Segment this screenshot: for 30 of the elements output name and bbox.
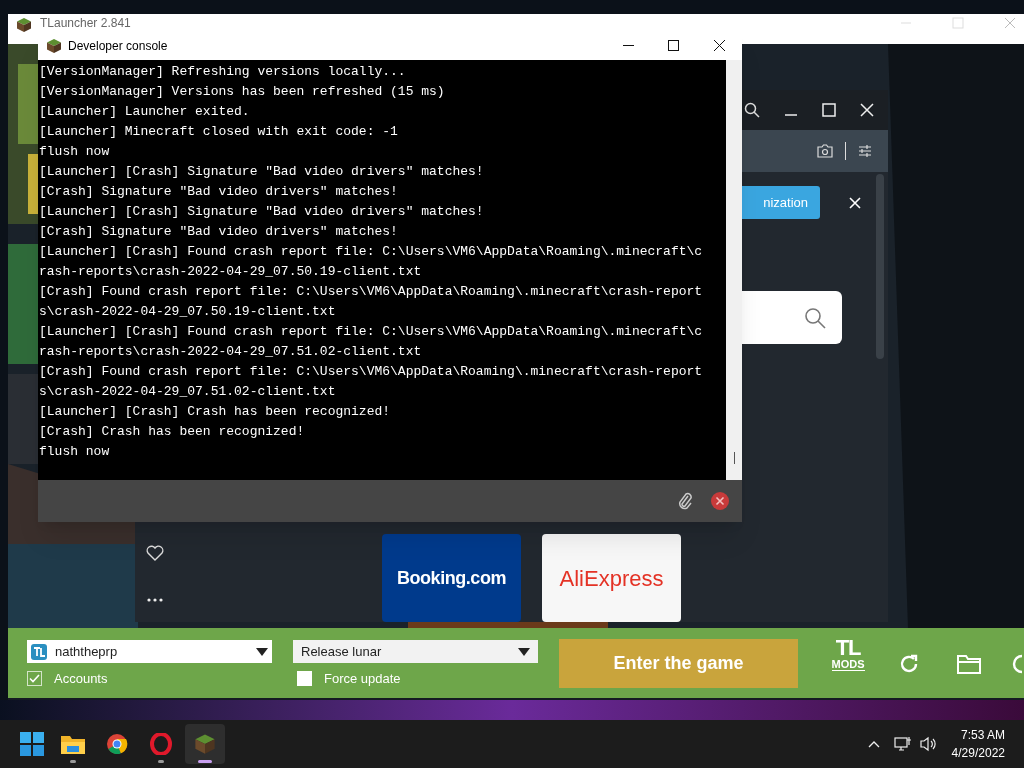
console-line: flush now — [39, 143, 110, 161]
clock-time[interactable]: 7:53 AM — [960, 726, 1005, 744]
console-line: s\crash-2022-04-29_07.50.19-client.txt — [39, 303, 336, 321]
force-update-label: Force update — [324, 670, 401, 688]
ad-banner[interactable]: Booking.com — [382, 534, 521, 622]
console-line: [Launcher] Minecraft closed with exit code: -1 — [39, 123, 398, 141]
console-line: [Launcher] [Crash] Signature "Bad video drivers" matches! — [39, 203, 484, 221]
clock-date[interactable]: 4/29/2022 — [951, 744, 1005, 762]
console-line: [Launcher] [Crash] Crash has been recognized! — [39, 403, 391, 421]
console-line: [Launcher] [Crash] Found crash report file: C:\Users\VM6\AppData\Roaming\.minecraft\c — [39, 323, 703, 341]
console-line: [VersionManager] Versions has been refreshed (15 ms) — [39, 83, 445, 101]
window-title: TLauncher 2.841 — [40, 17, 131, 30]
console-line: [Launcher] [Crash] Found crash report file: C:\Users\VM6\AppData\Roaming\.minecraft\c — [39, 243, 703, 261]
console-line: [Crash] Crash has been recognized! — [39, 423, 305, 441]
console-line: [Crash] Signature "Bad video drivers" matches! — [39, 223, 398, 241]
console-line: [Crash] Found crash report file: C:\Users\VM6\AppData\Roaming\.minecraft\crash-report — [39, 363, 703, 381]
console-line: flush now — [39, 443, 110, 461]
console-line: [Launcher] Launcher exited. — [39, 103, 250, 121]
accounts-label: Accounts — [54, 670, 108, 688]
console-line: s\crash-2022-04-29_07.51.02-client.txt — [39, 383, 336, 401]
console-line: [VersionManager] Refreshing versions locally... — [39, 63, 406, 81]
console-line: rash-reports\crash-2022-04-29_07.51.02-client.txt — [39, 343, 422, 361]
account-dropdown[interactable]: naththeprp — [27, 640, 272, 663]
ad-banner[interactable]: AliExpress — [542, 534, 681, 622]
console-line: [Crash] Found crash report file: C:\Users\VM6\AppData\Roaming\.minecraft\crash-report — [39, 283, 703, 301]
console-line: [Crash] Signature "Bad video drivers" matches! — [39, 183, 398, 201]
console-line: rash-reports\crash-2022-04-29_07.50.19-client.txt — [39, 263, 422, 281]
console-line: [Launcher] [Crash] Signature "Bad video drivers" matches! — [39, 163, 484, 181]
window-title: Developer console — [68, 37, 169, 55]
version-dropdown[interactable]: Release lunar — [293, 640, 538, 663]
